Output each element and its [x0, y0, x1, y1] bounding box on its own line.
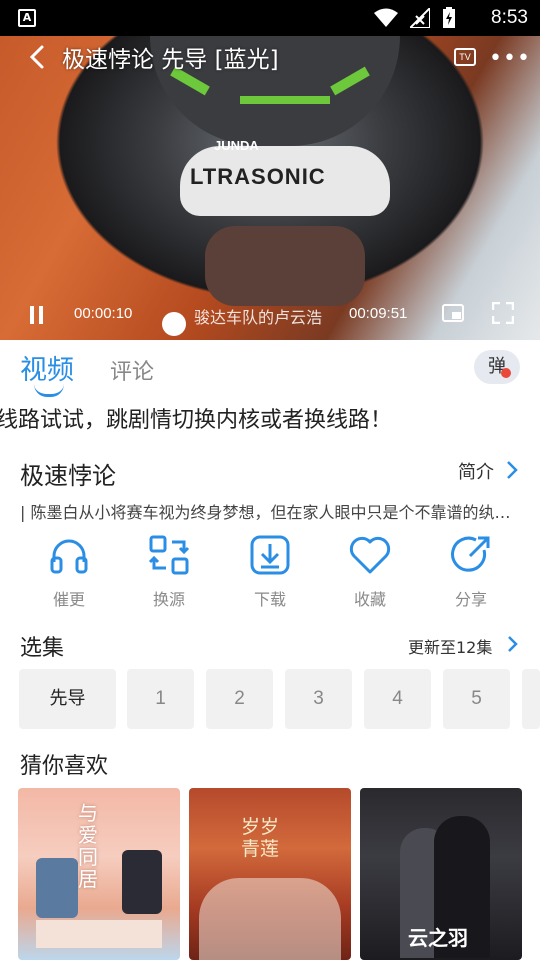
- more-button[interactable]: •••: [489, 46, 531, 71]
- episode-item[interactable]: 4: [364, 669, 431, 729]
- status-time: 8:53: [491, 7, 528, 28]
- content-tabs: 视频 评论 弹: [0, 340, 540, 398]
- picture-in-picture-button[interactable]: [442, 304, 464, 322]
- poster-card[interactable]: 岁岁 青莲: [189, 788, 351, 960]
- recommendations-title: 猜你喜欢: [20, 754, 109, 779]
- wifi-icon: [374, 8, 398, 27]
- action-share[interactable]: 分享: [421, 534, 521, 614]
- chevron-right-icon[interactable]: [507, 634, 519, 654]
- cast-tv-button[interactable]: TV: [454, 48, 476, 66]
- tab-video[interactable]: 视频: [20, 348, 74, 387]
- action-label: 分享: [454, 590, 487, 609]
- episodes-title: 选集: [20, 636, 65, 661]
- show-title: 极速悖论: [20, 462, 116, 490]
- headphones-icon: [50, 539, 88, 574]
- status-bar: A 8:53: [0, 0, 540, 36]
- player-topbar: 极速悖论 先导 [蓝光] TV •••: [0, 36, 540, 80]
- video-player[interactable]: LTRASONIC JUNDA 极速悖论 先导 [蓝光] TV ••• 00:0…: [0, 36, 540, 340]
- poster-card[interactable]: 云之羽: [360, 788, 522, 960]
- poster-title: 岁岁 青莲: [241, 816, 280, 860]
- danmaku-toggle[interactable]: 弹: [474, 350, 520, 384]
- action-label: 换源: [152, 590, 185, 609]
- episode-item[interactable]: 5: [443, 669, 510, 729]
- intro-link[interactable]: 简介: [458, 458, 494, 484]
- helmet-brand-top: JUNDA: [214, 138, 259, 153]
- poster-card[interactable]: 与 爱 同 居: [18, 788, 180, 960]
- video-title: 极速悖论 先导 [蓝光]: [62, 47, 279, 73]
- poster-desk: [36, 920, 162, 948]
- danmaku-off-dot: [501, 368, 511, 378]
- action-label: 收藏: [353, 590, 386, 609]
- notice-text: 线路试试，跳剧情切换内核或者换线路！: [0, 402, 392, 436]
- action-favorite[interactable]: 收藏: [320, 534, 420, 614]
- download-icon: [250, 535, 290, 575]
- helmet-brand: LTRASONIC: [190, 164, 326, 189]
- episode-item[interactable]: 1: [127, 669, 194, 729]
- battery-icon: [443, 7, 455, 28]
- tab-comment[interactable]: 评论: [110, 354, 154, 386]
- poster-figure: [36, 858, 78, 918]
- action-label: 催更: [52, 590, 85, 609]
- helmet-stripe: [240, 96, 330, 104]
- action-switch-source[interactable]: 换源: [119, 534, 219, 614]
- fullscreen-icon[interactable]: [492, 302, 514, 324]
- driver-face: [205, 226, 365, 306]
- app-notification-icon: A: [18, 9, 36, 27]
- action-remind-update[interactable]: 催更: [19, 534, 119, 614]
- action-label: 下载: [253, 590, 286, 609]
- seek-handle[interactable]: [162, 312, 186, 336]
- poster-figure: [122, 850, 162, 914]
- signal-icon: [410, 8, 430, 28]
- heart-icon: [349, 536, 391, 574]
- action-row: 催更 换源 下载 收藏 分享: [0, 534, 540, 614]
- switch-source-icon: [148, 535, 190, 575]
- notice-marquee: 线路试试，跳剧情切换内核或者换线路！: [0, 400, 540, 436]
- episode-item-partial[interactable]: [522, 669, 540, 729]
- share-icon: [451, 536, 490, 572]
- helmet-visor: LTRASONIC: [180, 146, 390, 216]
- action-download[interactable]: 下载: [220, 534, 320, 614]
- poster-title: 与 爱 同 居: [78, 801, 98, 891]
- back-icon[interactable]: [26, 44, 48, 70]
- episode-item[interactable]: 3: [285, 669, 352, 729]
- status-icons: [374, 6, 456, 30]
- subtitle-text: 骏达车队的卢云浩: [194, 308, 323, 327]
- tab-indicator: [34, 384, 64, 397]
- episode-item[interactable]: 先导: [19, 669, 116, 729]
- player-controls: 00:00:10 骏达车队的卢云浩 00:09:51: [0, 296, 540, 340]
- poster-title: 云之羽: [408, 926, 468, 950]
- chevron-right-icon[interactable]: [505, 460, 519, 480]
- duration: 00:09:51: [349, 305, 408, 322]
- pause-button[interactable]: [28, 306, 46, 326]
- poster-figures: [199, 878, 341, 960]
- current-time: 00:00:10: [74, 305, 133, 322]
- show-description[interactable]: | 陈墨白从小将赛车视为终身梦想，但在家人眼中只是个不靠谱的纨绔子弟: [20, 499, 515, 523]
- episodes-update-link[interactable]: 更新至12集: [408, 634, 492, 658]
- episode-list: 先导 1 2 3 4 5: [0, 669, 540, 729]
- episode-item[interactable]: 2: [206, 669, 273, 729]
